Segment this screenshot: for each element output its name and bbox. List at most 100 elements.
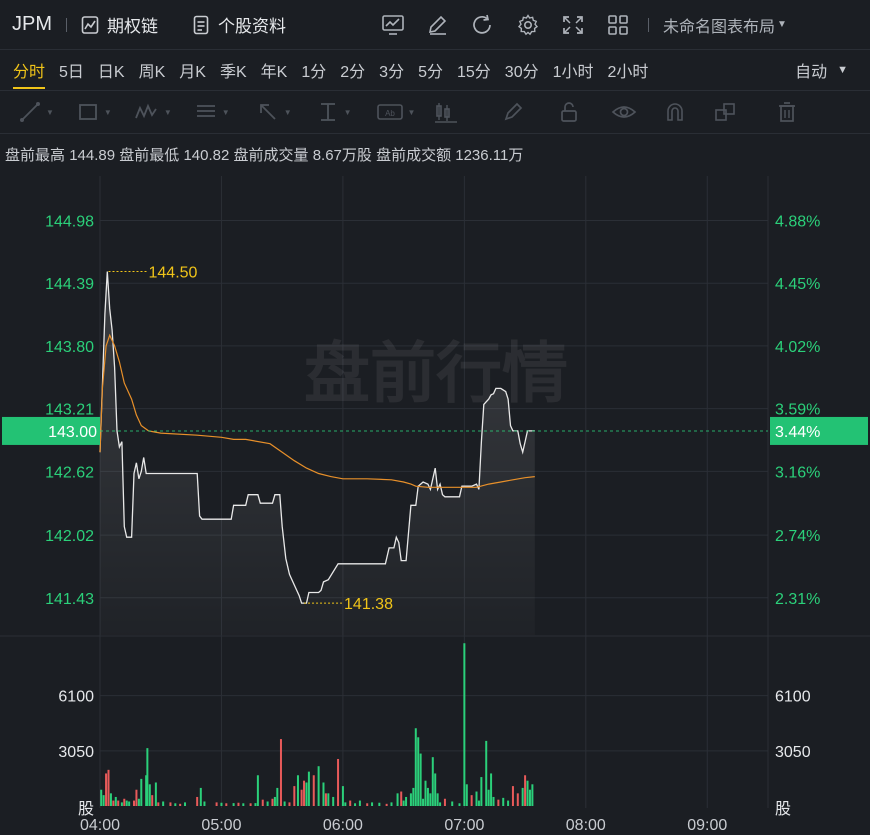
period-tab[interactable]: 15分 [450, 50, 498, 90]
draw-brush-tool[interactable] [501, 90, 525, 134]
volume-bar [114, 796, 117, 806]
volume-bar [390, 802, 393, 806]
monitor-chart-icon [381, 14, 404, 35]
volume-bar [358, 800, 361, 806]
candlestick-icon [435, 103, 458, 123]
draw-line-tool[interactable]: ▼ [18, 90, 54, 134]
lock-tool[interactable] [557, 90, 581, 134]
volume-bar [521, 787, 524, 806]
period-tab[interactable]: 5分 [411, 50, 450, 90]
period-tab[interactable]: 日K [91, 50, 132, 90]
draw-rect-tool[interactable]: ▼ [76, 90, 112, 134]
pct-tick-label: 4.88% [775, 214, 820, 231]
current-price-label: 143.00 [48, 424, 97, 441]
caret-down-icon: ▼ [837, 64, 848, 76]
volume-bar [354, 803, 357, 806]
options-chain-button[interactable]: 期权链 [81, 12, 158, 37]
period-tab[interactable]: 1分 [294, 50, 333, 90]
auto-scale-dropdown[interactable]: 自动 ▼ [795, 50, 848, 90]
stock-profile-button[interactable]: 个股资料 [192, 12, 286, 37]
period-tab[interactable]: 1小时 [546, 50, 601, 90]
period-tab[interactable]: 3分 [372, 50, 411, 90]
refresh-button[interactable] [460, 10, 505, 40]
volume-bar [109, 793, 112, 806]
chart-watermark: 盘前行情 [304, 335, 568, 412]
volume-bar [162, 801, 165, 806]
fullscreen-button[interactable] [550, 10, 595, 40]
volume-bar [526, 780, 529, 806]
price-tick-label: 142.62 [45, 464, 94, 481]
period-tab[interactable]: 分时 [6, 50, 52, 90]
period-tab[interactable]: 2分 [333, 50, 372, 90]
volume-bar [293, 786, 296, 806]
period-tab[interactable]: 季K [213, 50, 254, 90]
volume-bar [417, 737, 420, 806]
draw-measure-tool[interactable]: ▼ [316, 90, 352, 134]
settings-button[interactable] [505, 10, 550, 40]
magnet-tool[interactable] [663, 90, 687, 134]
visibility-tool[interactable] [611, 90, 637, 134]
draw-candle-tool[interactable] [433, 90, 459, 134]
volume-tick-label-right: 3050 [775, 744, 811, 761]
layers-icon [715, 103, 736, 121]
auto-scale-label: 自动 [795, 64, 828, 81]
volume-bar [492, 796, 495, 806]
volume-bar [378, 802, 381, 806]
draw-arrow-tool[interactable]: ▼ [256, 90, 292, 134]
volume-bar [174, 803, 177, 806]
draw-fib-tool[interactable]: ▼ [194, 90, 230, 134]
volume-bar [470, 795, 473, 806]
volume-bar [120, 802, 123, 806]
volume-bar [148, 784, 151, 806]
volume-label: 盘前成交量 [233, 147, 309, 164]
period-tab[interactable]: 年K [254, 50, 295, 90]
delete-tool[interactable] [775, 90, 799, 134]
volume-bar [140, 778, 143, 806]
current-pct-label: 3.44% [775, 424, 820, 441]
volume-bar [203, 801, 206, 806]
time-tick-label: 05:00 [201, 817, 241, 834]
volume-bar [497, 799, 500, 806]
period-tab[interactable]: 月K [172, 50, 213, 90]
volume-unit-label-right: 股 [775, 800, 791, 818]
period-tab[interactable]: 2小时 [601, 50, 656, 90]
volume-bar [128, 801, 131, 806]
caret-down-icon: ▼ [343, 107, 352, 117]
caret-down-icon: ▼ [103, 107, 112, 117]
price-tick-label: 144.39 [45, 276, 94, 293]
indicator-button[interactable] [370, 10, 415, 40]
draw-wave-tool[interactable]: ▼ [134, 90, 172, 134]
high-label: 盘前最高 [5, 147, 66, 164]
period-tabs: 分时 5日 日K 周K 月K 季K 年K 1分 2分 3分 5分 15分 30分 1小时 2小时 [0, 50, 870, 90]
draw-button[interactable] [415, 10, 460, 40]
volume-bar [349, 800, 352, 806]
volume-bar [220, 802, 223, 806]
gear-icon [517, 13, 538, 35]
layout-selector[interactable]: 未命名图表布局 ▼ [663, 13, 787, 37]
layout-name-label: 未命名图表布局 [663, 18, 776, 36]
document-icon [193, 15, 209, 34]
measure-tool-icon [320, 103, 335, 121]
drawing-toolbar: ▼ ▼ ▼ ▼ ▼ ▼ Ab ▼ [0, 90, 870, 134]
period-tab[interactable]: 周K [132, 50, 173, 90]
volume-bar [439, 802, 442, 806]
caret-down-icon: ▼ [777, 19, 787, 30]
pct-tick-label: 2.74% [775, 528, 820, 545]
draw-text-tool[interactable]: Ab ▼ [376, 90, 415, 134]
fibonacci-tool-icon [196, 105, 215, 117]
layout-grid-button[interactable] [595, 10, 640, 40]
ticker-symbol: JPM [12, 13, 52, 35]
volume-bar [424, 780, 427, 806]
layers-tool[interactable] [713, 90, 737, 134]
intraday-chart[interactable]: 盘前行情 143.00 3.44% 144.98 4.88% 144.39 4.45% 143… [0, 168, 870, 835]
time-tick-label: 08:00 [566, 817, 606, 834]
period-tab[interactable]: 5日 [52, 50, 91, 90]
volume-bar [524, 775, 527, 806]
stock-profile-label: 个股资料 [218, 17, 286, 36]
volume-bar [487, 789, 490, 806]
low-label: 盘前最低 [119, 147, 180, 164]
fullscreen-icon [562, 15, 583, 34]
period-tab[interactable]: 30分 [498, 50, 546, 90]
volume-bar [276, 787, 279, 806]
pct-tick-label: 4.45% [775, 276, 820, 293]
